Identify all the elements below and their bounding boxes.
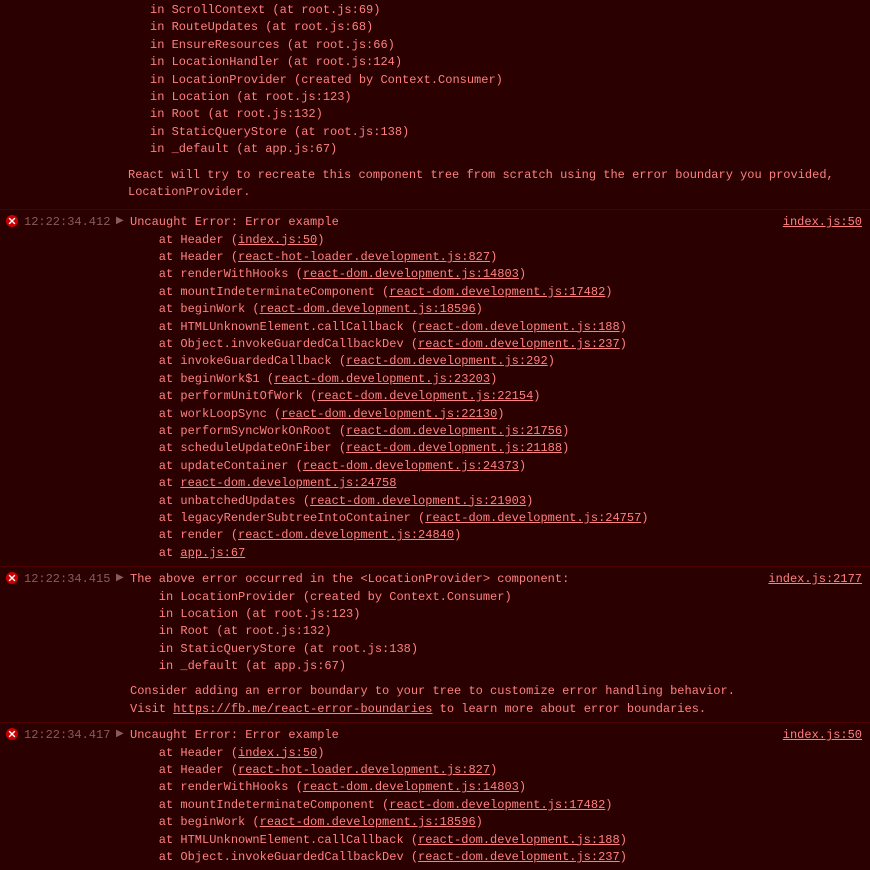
trace-line: in Root (at root.js:132) — [150, 106, 870, 123]
console-entries: 12:22:34.412▶Uncaught Error: Error examp… — [0, 210, 870, 870]
trace-line: in EnsureResources (at root.js:66) — [150, 37, 870, 54]
stack-frame-link[interactable]: react-dom.development.js:188 — [418, 833, 620, 847]
stack-frame: at react-dom.development.js:24758 — [130, 475, 775, 492]
stack-frame-link[interactable]: react-dom.development.js:14803 — [303, 780, 519, 794]
stack-frame-link[interactable]: react-dom.development.js:14803 — [303, 267, 519, 281]
stack-frame-link[interactable]: app.js:67 — [180, 546, 245, 560]
stack-frame-link[interactable]: react-dom.development.js:18596 — [260, 302, 476, 316]
stack-frame: in Location (at root.js:123) — [130, 606, 760, 623]
stack-frame: at invokeGuardedCallback (react-dom.deve… — [130, 353, 775, 370]
stack-frame: at scheduleUpdateOnFiber (react-dom.deve… — [130, 440, 775, 457]
trace-line: in LocationProvider (created by Context.… — [150, 72, 870, 89]
stack-frame-link[interactable]: react-dom.development.js:237 — [418, 850, 620, 864]
timestamp: 12:22:34.415 — [24, 571, 116, 588]
expand-toggle[interactable]: ▶ — [116, 571, 130, 587]
stack-frame: at renderWithHooks (react-dom.developmen… — [130, 266, 775, 283]
error-icon — [6, 572, 18, 584]
stack-frame-link[interactable]: react-dom.development.js:21756 — [346, 424, 562, 438]
stack-frame-link[interactable]: react-dom.development.js:22130 — [281, 407, 497, 421]
stack-frame-link[interactable]: react-dom.development.js:292 — [346, 354, 548, 368]
stack-frame-link[interactable]: index.js:50 — [238, 746, 317, 760]
error-footer: Consider adding an error boundary to you… — [130, 683, 760, 718]
trace-lines: in ScrollContext (at root.js:69)in Route… — [0, 2, 870, 159]
source-link[interactable]: index.js:2177 — [768, 571, 870, 588]
stack-frame: at renderWithHooks (react-dom.developmen… — [130, 779, 775, 796]
stack-frame-link[interactable]: index.js:50 — [238, 233, 317, 247]
error-header: Uncaught Error: Error example — [130, 727, 775, 744]
stack-frame: in StaticQueryStore (at root.js:138) — [130, 641, 760, 658]
stack-frame-link[interactable]: react-dom.development.js:17482 — [389, 285, 605, 299]
stack-frame: at Header (index.js:50) — [130, 232, 775, 249]
source-link[interactable]: index.js:50 — [783, 727, 870, 744]
stack-frame: at legacyRenderSubtreeIntoContainer (rea… — [130, 510, 775, 527]
stack-frame: at beginWork (react-dom.development.js:1… — [130, 301, 775, 318]
stack-frame-link[interactable]: react-dom.development.js:21903 — [310, 494, 526, 508]
stack-frame: at HTMLUnknownElement.callCallback (reac… — [130, 832, 775, 849]
stack-frame: at app.js:67 — [130, 545, 775, 562]
error-icon — [6, 728, 18, 740]
stack-frame: at mountIndeterminateComponent (react-do… — [130, 284, 775, 301]
timestamp: 12:22:34.412 — [24, 214, 116, 231]
expand-toggle[interactable]: ▶ — [116, 727, 130, 743]
stack-frame: at Header (react-hot-loader.development.… — [130, 762, 775, 779]
stack-frame: at Header (index.js:50) — [130, 745, 775, 762]
trace-line: in _default (at app.js:67) — [150, 141, 870, 158]
stack-frame: at workLoopSync (react-dom.development.j… — [130, 406, 775, 423]
trace-line: in LocationHandler (at root.js:124) — [150, 54, 870, 71]
timestamp: 12:22:34.417 — [24, 727, 116, 744]
stack-frame-link[interactable]: react-dom.development.js:24757 — [425, 511, 641, 525]
component-tree-trace: in ScrollContext (at root.js:69)in Route… — [0, 0, 870, 210]
error-header: The above error occurred in the <Locatio… — [130, 571, 760, 588]
trace-line: in ScrollContext (at root.js:69) — [150, 2, 870, 19]
error-badge-col — [0, 571, 24, 584]
trace-line: in StaticQueryStore (at root.js:138) — [150, 124, 870, 141]
error-footer-link[interactable]: https://fb.me/react-error-boundaries — [173, 702, 432, 716]
stack-frame: in LocationProvider (created by Context.… — [130, 589, 760, 606]
error-message: Uncaught Error: Error example at Header … — [130, 214, 783, 562]
stack-frame: at Object.invokeGuardedCallbackDev (reac… — [130, 336, 775, 353]
error-header: Uncaught Error: Error example — [130, 214, 775, 231]
stack-frame-link[interactable]: react-dom.development.js:18596 — [260, 815, 476, 829]
stack-frame: in Root (at root.js:132) — [130, 623, 760, 640]
trace-line: in Location (at root.js:123) — [150, 89, 870, 106]
stack-frame-link[interactable]: react-dom.development.js:24840 — [238, 528, 454, 542]
stack-frame: at Header (react-hot-loader.development.… — [130, 249, 775, 266]
stack-frame-link[interactable]: react-dom.development.js:24373 — [303, 459, 519, 473]
devtools-console: in ScrollContext (at root.js:69)in Route… — [0, 0, 870, 870]
stack-frame-link[interactable]: react-dom.development.js:21188 — [346, 441, 562, 455]
error-icon — [6, 215, 18, 227]
error-badge-col — [0, 214, 24, 227]
stack-frame: at performSyncWorkOnRoot (react-dom.deve… — [130, 423, 775, 440]
stack-frame: at performUnitOfWork (react-dom.developm… — [130, 388, 775, 405]
stack-frame: in _default (at app.js:67) — [130, 658, 760, 675]
error-message: The above error occurred in the <Locatio… — [130, 571, 768, 718]
stack-frame-link[interactable]: react-dom.development.js:23203 — [274, 372, 490, 386]
stack-frame: at updateContainer (react-dom.developmen… — [130, 458, 775, 475]
trace-footer: React will try to recreate this componen… — [0, 167, 870, 202]
console-error-entry: 12:22:34.415▶The above error occurred in… — [0, 567, 870, 723]
stack-frame-link[interactable]: react-dom.development.js:188 — [418, 320, 620, 334]
trace-line: in RouteUpdates (at root.js:68) — [150, 19, 870, 36]
stack-frame-link[interactable]: react-dom.development.js:17482 — [389, 798, 605, 812]
stack-frame-link[interactable]: react-dom.development.js:237 — [418, 337, 620, 351]
stack-frame: at HTMLUnknownElement.callCallback (reac… — [130, 319, 775, 336]
stack-frame-link[interactable]: react-hot-loader.development.js:827 — [238, 763, 490, 777]
stack-frame: at beginWork$1 (react-dom.development.js… — [130, 371, 775, 388]
source-link[interactable]: index.js:50 — [783, 214, 870, 231]
expand-toggle[interactable]: ▶ — [116, 214, 130, 230]
stack-frame: at render (react-dom.development.js:2484… — [130, 527, 775, 544]
console-error-entry: 12:22:34.412▶Uncaught Error: Error examp… — [0, 210, 870, 567]
stack-frame: at unbatchedUpdates (react-dom.developme… — [130, 493, 775, 510]
stack-frame-link[interactable]: react-dom.development.js:22154 — [317, 389, 533, 403]
stack-frame-link[interactable]: react-dom.development.js:24758 — [180, 476, 396, 490]
stack-frame-link[interactable]: react-hot-loader.development.js:827 — [238, 250, 490, 264]
stack-frame: at Object.invokeGuardedCallbackDev (reac… — [130, 849, 775, 866]
stack-frame: at mountIndeterminateComponent (react-do… — [130, 797, 775, 814]
stack-frame: at beginWork (react-dom.development.js:1… — [130, 814, 775, 831]
error-badge-col — [0, 727, 24, 740]
